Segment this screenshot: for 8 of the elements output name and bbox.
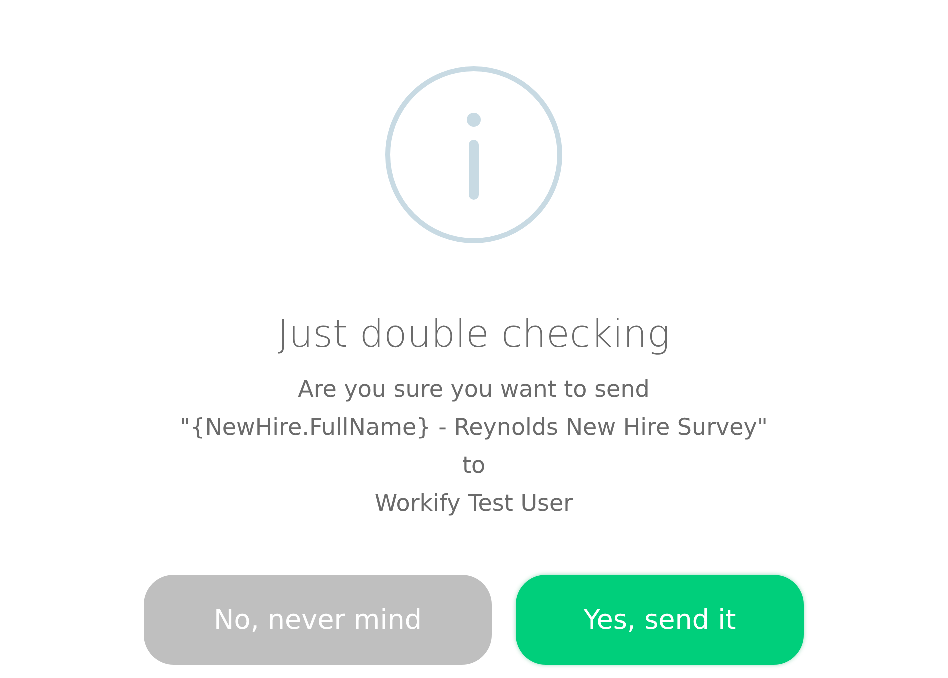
message-line: "{NewHire.FullName} - Reynolds New Hire Survey": [180, 414, 768, 443]
cancel-button[interactable]: No, never mind: [144, 575, 492, 665]
message-line: to: [462, 452, 486, 481]
confirm-button[interactable]: Yes, send it: [516, 575, 804, 665]
message-line: Are you sure you want to send: [298, 376, 650, 405]
info-icon: [384, 65, 564, 245]
dialog-title: Just double checking: [278, 311, 670, 358]
message-line: Workify Test User: [374, 490, 574, 519]
